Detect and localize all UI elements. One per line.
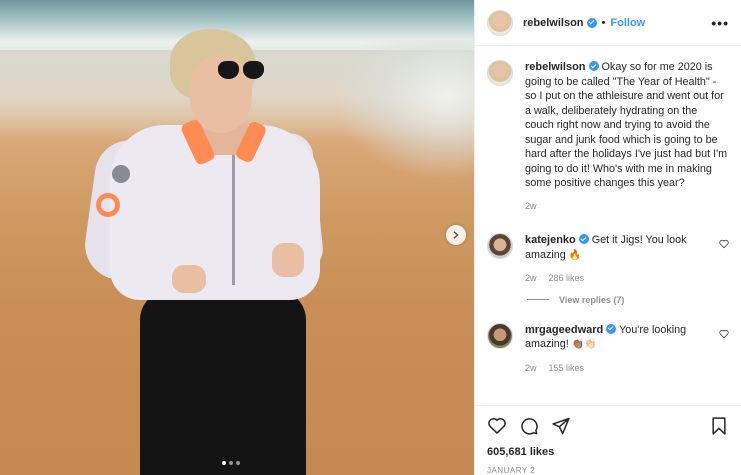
author-avatar[interactable] xyxy=(487,60,513,86)
verified-badge-icon xyxy=(578,234,589,244)
heart-icon[interactable] xyxy=(719,329,729,339)
comment-username[interactable]: katejenko xyxy=(525,234,576,246)
commenter-avatar[interactable] xyxy=(487,233,513,259)
person-figure xyxy=(80,25,330,475)
commenter-avatar[interactable] xyxy=(487,322,513,349)
sunglasses xyxy=(218,61,266,79)
wave-foam xyxy=(334,40,474,180)
carousel-dot xyxy=(222,461,226,465)
fire-emoji: 🔥 xyxy=(568,249,582,261)
comment-likes[interactable]: 155 likes xyxy=(549,361,585,376)
follow-button[interactable]: Follow xyxy=(610,17,645,29)
carousel-indicator xyxy=(222,461,240,465)
post-date[interactable]: JANUARY 2 xyxy=(487,466,729,475)
comment-item: mrgageedward You're looking amazing! 👏🏽👏… xyxy=(487,322,729,376)
post-sidebar: rebelwilson • Follow ••• rebelwilson Oka… xyxy=(474,0,741,475)
like-count[interactable]: 605,681 likes xyxy=(487,446,729,458)
separator-dot: • xyxy=(601,16,606,29)
verified-badge-icon xyxy=(588,61,599,71)
carousel-dot xyxy=(236,461,240,465)
comment-likes[interactable]: 286 likes xyxy=(549,271,585,286)
author-username[interactable]: rebelwilson xyxy=(523,17,584,29)
post-header: rebelwilson • Follow ••• xyxy=(475,0,741,46)
carousel-dot xyxy=(229,461,233,465)
heart-icon[interactable] xyxy=(719,239,729,249)
share-icon[interactable] xyxy=(551,416,571,436)
chevron-right-icon xyxy=(453,231,459,239)
view-replies-link[interactable]: View replies (7) xyxy=(527,295,729,305)
post-photo[interactable] xyxy=(0,0,474,475)
carousel-next-button[interactable] xyxy=(446,225,466,245)
more-options-icon[interactable]: ••• xyxy=(711,15,729,31)
author-avatar[interactable] xyxy=(487,9,513,36)
heart-icon[interactable] xyxy=(487,416,507,436)
action-bar: 605,681 likes JANUARY 2 xyxy=(475,405,741,475)
comment-username[interactable]: mrgageedward xyxy=(525,324,603,336)
comment-icon[interactable] xyxy=(519,416,539,436)
caption-age[interactable]: 2w xyxy=(525,199,537,214)
instagram-post: rebelwilson • Follow ••• rebelwilson Oka… xyxy=(0,0,741,475)
caption: rebelwilson Okay so for me 2020 is going… xyxy=(487,60,729,213)
comment-item: katejenko Get it Jigs! You look amazing … xyxy=(487,233,729,305)
clap-emoji: 👏🏽👏🏻 xyxy=(571,339,597,350)
comment-age[interactable]: 2w xyxy=(525,361,537,376)
verified-badge-icon xyxy=(586,17,597,28)
bookmark-icon[interactable] xyxy=(709,416,729,436)
comment-age[interactable]: 2w xyxy=(525,271,537,286)
caption-username[interactable]: rebelwilson xyxy=(525,61,586,73)
comments-list[interactable]: rebelwilson Okay so for me 2020 is going… xyxy=(475,46,741,405)
verified-badge-icon xyxy=(606,323,617,334)
caption-text: Okay so for me 2020 is going to be calle… xyxy=(525,61,728,189)
